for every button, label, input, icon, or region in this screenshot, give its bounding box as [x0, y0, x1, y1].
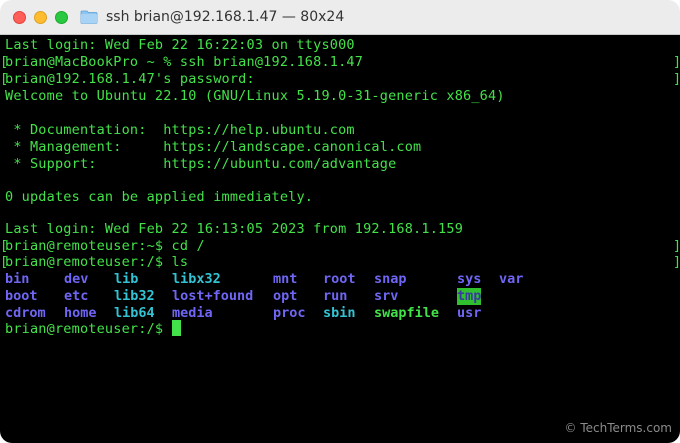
- ls-entry-opt: opt: [273, 288, 298, 304]
- terminal-line: brian@remoteuser:/$ ls: [5, 254, 189, 270]
- ls-entry-mnt: mnt: [273, 271, 298, 287]
- ls-entry-boot: boot: [5, 288, 38, 304]
- terminal-line: brian@MacBookPro ~ % ssh brian@192.168.1…: [5, 54, 364, 70]
- terminal-line: * Management: https://landscape.canonica…: [5, 139, 422, 155]
- ls-entry-bin: bin: [5, 271, 30, 287]
- maximize-button[interactable]: [55, 11, 68, 24]
- terminal-line: * Support: https://ubuntu.com/advantage: [5, 156, 397, 172]
- mark-bracket-right: ]: [673, 238, 680, 255]
- ls-entry-home: home: [64, 305, 97, 321]
- terminal-line: brian@192.168.1.47's password:: [5, 71, 255, 87]
- ls-entry-usr: usr: [457, 305, 482, 321]
- ls-entry-snap: snap: [374, 271, 407, 287]
- ls-entry-etc: etc: [64, 288, 89, 304]
- ls-entry-sbin: sbin: [323, 305, 356, 321]
- ls-entry-lib64: lib64: [114, 305, 155, 321]
- terminal-line: Last login: Wed Feb 22 16:13:05 2023 fro…: [5, 221, 464, 237]
- watermark: © TechTerms.com: [564, 421, 672, 435]
- ls-entry-tmp: tmp: [457, 288, 482, 305]
- close-button[interactable]: [13, 11, 26, 24]
- ls-entry-lib: lib: [114, 271, 139, 287]
- ls-entry-libx32: libx32: [172, 271, 221, 287]
- terminal-line: 0 updates can be applied immediately.: [5, 189, 314, 205]
- mark-bracket-right: ]: [673, 254, 680, 271]
- ls-entry-proc: proc: [273, 305, 306, 321]
- mark-bracket-right: ]: [673, 54, 680, 71]
- ls-entry-var: var: [499, 271, 524, 287]
- ls-entry-lost-found: lost+found: [172, 288, 254, 304]
- ls-entry-sys: sys: [457, 271, 482, 287]
- ls-entry-cdrom: cdrom: [5, 305, 46, 321]
- ls-entry-dev: dev: [64, 271, 89, 287]
- terminal-line: brian@remoteuser:~$ cd /: [5, 238, 205, 254]
- terminal-line: Last login: Wed Feb 22 16:22:03 on ttys0…: [5, 37, 355, 53]
- window-title-text: ssh brian@192.168.1.47 — 80x24: [106, 9, 345, 25]
- ls-entry-root: root: [323, 271, 356, 287]
- ls-entry-run: run: [323, 288, 348, 304]
- window-title: ssh brian@192.168.1.47 — 80x24: [80, 7, 344, 27]
- ls-entry-lib32: lib32: [114, 288, 155, 304]
- terminal-prompt: brian@remoteuser:/$: [5, 321, 172, 337]
- terminal-body[interactable]: Last login: Wed Feb 22 16:22:03 on ttys0…: [0, 35, 680, 443]
- ls-entry-swapfile: swapfile: [374, 305, 440, 321]
- minimize-button[interactable]: [34, 11, 47, 24]
- text-cursor: [172, 320, 181, 336]
- terminal-line: Welcome to Ubuntu 22.10 (GNU/Linux 5.19.…: [5, 88, 505, 104]
- folder-icon: [80, 10, 98, 24]
- terminal-line: * Documentation: https://help.ubuntu.com: [5, 122, 355, 138]
- title-bar[interactable]: ssh brian@192.168.1.47 — 80x24: [0, 0, 680, 35]
- terminal-window: ssh brian@192.168.1.47 — 80x24 Last logi…: [0, 0, 680, 443]
- mark-bracket-right: ]: [673, 71, 680, 88]
- ls-entry-srv: srv: [374, 288, 399, 304]
